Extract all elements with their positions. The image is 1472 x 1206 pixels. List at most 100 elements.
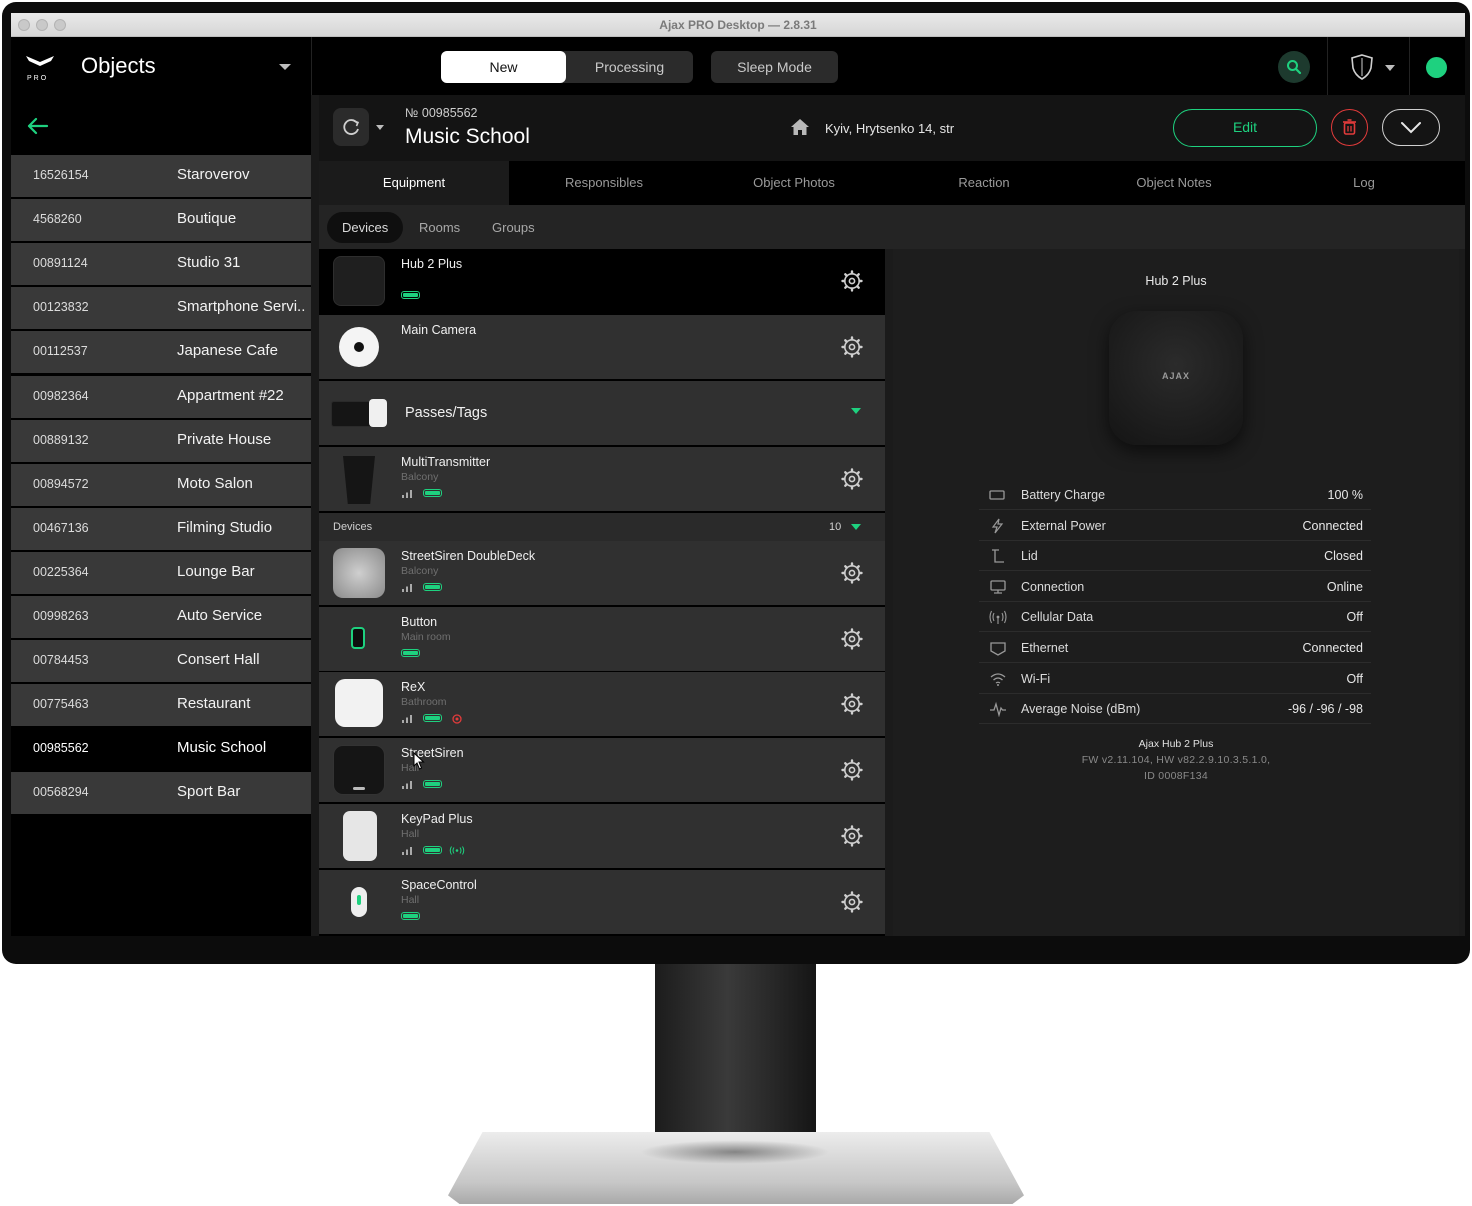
device-row[interactable]: ReX Bathroom: [319, 672, 885, 737]
device-row[interactable]: StreetSiren Hall: [319, 738, 885, 803]
subtab-groups[interactable]: Groups: [477, 212, 550, 243]
tab-reaction[interactable]: Reaction: [889, 161, 1079, 205]
group-collapse-icon[interactable]: [851, 524, 861, 530]
object-list-item[interactable]: 00889132 Private House: [11, 419, 311, 462]
battery-icon: [401, 648, 420, 657]
object-name: Auto Service: [177, 607, 263, 624]
search-button[interactable]: [1278, 51, 1310, 83]
object-list-item[interactable]: 00775463 Restaurant: [11, 684, 311, 727]
device-thumbnail: [333, 810, 385, 861]
object-name: Appartment #22: [177, 386, 284, 404]
property-value: 100 %: [1327, 488, 1363, 502]
object-id: 4568260: [33, 212, 82, 227]
object-name: Lounge Bar: [177, 562, 255, 580]
window-title: Ajax PRO Desktop — 2.8.31: [659, 18, 817, 32]
device-row-hub[interactable]: Hub 2 Plus: [319, 249, 885, 313]
device-name: KeyPad Plus: [401, 811, 473, 826]
filter-processing-button[interactable]: Processing: [566, 51, 693, 83]
chevron-down-icon: [1401, 122, 1421, 134]
device-row[interactable]: StreetSiren DoubleDeck Balcony: [319, 541, 885, 605]
subtab-rooms[interactable]: Rooms: [404, 212, 475, 243]
device-row-multitransmitter[interactable]: MultiTransmitter Balcony: [319, 447, 885, 511]
connection-status-indicator[interactable]: [1426, 57, 1447, 78]
refresh-dropdown-icon[interactable]: [376, 125, 384, 130]
group-label: Devices: [333, 521, 373, 533]
settings-gear-icon[interactable]: [841, 693, 863, 716]
device-row[interactable]: SpaceControl Hall: [319, 869, 885, 934]
firmware-version: FW v2.11.104, HW v82.2.9.10.3.5.1.0,: [1081, 754, 1271, 766]
device-list: Hub 2 Plus Main Camera Passes/Tags Multi…: [319, 249, 885, 936]
subtab-devices[interactable]: Devices: [327, 212, 404, 243]
back-arrow-icon[interactable]: [23, 111, 53, 141]
device-room: Main room: [401, 630, 451, 643]
settings-gear-icon[interactable]: [841, 336, 863, 358]
property-value: Off: [1346, 610, 1363, 625]
battery-icon: [423, 714, 442, 723]
device-row[interactable]: Button Main room: [319, 606, 885, 671]
object-list-item[interactable]: 00225364 Lounge Bar: [11, 551, 311, 594]
camera-thumbnail: [333, 322, 385, 372]
object-id: 00568294: [33, 785, 89, 800]
devices-group-header[interactable]: Devices 10: [319, 513, 885, 541]
device-row-camera[interactable]: Main Camera: [319, 315, 885, 379]
objects-dropdown-icon[interactable]: [279, 64, 291, 70]
object-list-item[interactable]: 00112537 Japanese Cafe: [11, 331, 311, 374]
passes-tags-row[interactable]: Passes/Tags: [319, 381, 885, 445]
passes-expand-icon[interactable]: [851, 408, 861, 414]
object-id: 00889132: [33, 432, 89, 447]
object-list-item[interactable]: 00784453 Consert Hall: [11, 640, 311, 683]
object-list-item[interactable]: 00568294 Sport Bar: [11, 772, 311, 815]
device-room: Balcony: [401, 471, 439, 483]
object-id: 00985562: [33, 741, 89, 756]
tab-log[interactable]: Log: [1269, 161, 1459, 205]
property-label: External Power: [1021, 518, 1106, 533]
firmware-device-name: Ajax Hub 2 Plus: [1138, 738, 1214, 750]
object-list-item[interactable]: 00998263 Auto Service: [11, 596, 311, 638]
settings-gear-icon[interactable]: [841, 825, 863, 847]
mouse-cursor-icon: [413, 752, 425, 770]
tab-responsibles[interactable]: Responsibles: [509, 161, 699, 205]
object-list-item[interactable]: 00985562 Music School: [11, 728, 311, 771]
object-list-item[interactable]: 00467136 Filming Studio: [11, 507, 311, 550]
passes-thumbnail: [331, 397, 387, 429]
settings-gear-icon[interactable]: [841, 627, 863, 650]
object-list-item[interactable]: 00982364 Appartment #22: [11, 375, 311, 418]
battery-icon: [423, 780, 442, 789]
object-name: Studio 31: [177, 254, 241, 272]
battery-icon: [423, 845, 442, 854]
settings-gear-icon[interactable]: [841, 270, 863, 292]
monitor-stand-neck: [655, 964, 816, 1148]
signal-strength-icon: [402, 846, 412, 855]
object-list-item[interactable]: 4568260 Boutique: [11, 199, 311, 242]
settings-gear-icon[interactable]: [841, 468, 863, 490]
battery-icon: [401, 911, 420, 920]
security-dropdown-icon[interactable]: [1385, 65, 1395, 71]
filter-sleep-mode-button[interactable]: Sleep Mode: [711, 51, 838, 83]
object-list-item[interactable]: 00123832 Smartphone Servi...: [11, 287, 311, 330]
settings-gear-icon[interactable]: [841, 890, 863, 913]
connection-icon: [990, 580, 1006, 594]
settings-gear-icon[interactable]: [841, 759, 863, 781]
shield-icon[interactable]: [1351, 54, 1373, 80]
device-detail-panel: Hub 2 Plus AJAX Battery Charge 100 % Ext…: [893, 249, 1459, 936]
refresh-button[interactable]: [333, 108, 369, 146]
passes-tags-label: Passes/Tags: [405, 405, 488, 421]
object-id: 00123832: [33, 300, 89, 315]
device-thumbnail: [333, 745, 385, 796]
delete-button[interactable]: [1331, 109, 1368, 146]
tab-object-photos[interactable]: Object Photos: [699, 161, 889, 205]
filter-new-button[interactable]: New: [441, 51, 566, 83]
hub-id: ID 0008F134: [1143, 770, 1208, 782]
tab-equipment[interactable]: Equipment: [319, 161, 509, 205]
object-list-item[interactable]: 00894572 Moto Salon: [11, 463, 311, 506]
device-row[interactable]: KeyPad Plus Hall: [319, 803, 885, 868]
settings-gear-icon[interactable]: [841, 562, 863, 584]
object-address: Kyiv, Hrytsenko 14, str: [825, 121, 955, 136]
edit-button[interactable]: Edit: [1173, 109, 1317, 147]
object-list-item[interactable]: 00891124 Studio 31: [11, 243, 311, 286]
tab-object-notes[interactable]: Object Notes: [1079, 161, 1269, 205]
section-title: Objects: [81, 53, 156, 78]
expand-button[interactable]: [1382, 109, 1440, 146]
property-value: Connected: [1302, 518, 1363, 533]
object-list-item[interactable]: 16526154 Staroverov: [11, 155, 311, 197]
